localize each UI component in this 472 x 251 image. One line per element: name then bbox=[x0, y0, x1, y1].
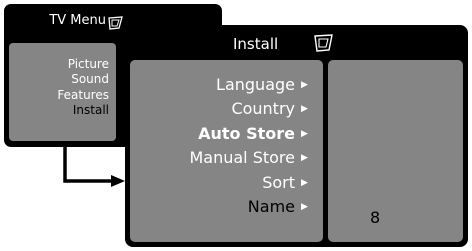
install-value-panel bbox=[328, 60, 463, 242]
menu-item-label: Name bbox=[247, 197, 295, 216]
install-menu-panel: Language ▶ Country ▶ Auto Store ▶ Manual St… bbox=[130, 60, 323, 242]
install-title: Install bbox=[233, 35, 279, 53]
menu-item-auto-store[interactable]: Auto Store ▶ bbox=[198, 122, 311, 146]
menu-item-sort[interactable]: Sort ▶ bbox=[262, 171, 311, 195]
menu-item-label: Auto Store bbox=[198, 124, 295, 143]
submenu-arrow-icon: ▶ bbox=[301, 201, 308, 212]
menu-item-label: Language bbox=[216, 75, 295, 94]
menu-item-label: Country bbox=[231, 99, 295, 118]
name-value: 8 bbox=[370, 208, 381, 227]
submenu-arrow-icon: ▶ bbox=[301, 128, 308, 139]
menu-item-manual-store[interactable]: Manual Store ▶ bbox=[189, 146, 311, 170]
menu-item-name[interactable]: Name ▶ bbox=[248, 195, 311, 219]
menu-item-label: Sort bbox=[262, 173, 295, 192]
submenu-arrow-icon: ▶ bbox=[301, 177, 308, 188]
submenu-arrow-icon: ▶ bbox=[301, 103, 308, 114]
install-icon bbox=[314, 34, 333, 52]
submenu-arrow-icon: ▶ bbox=[301, 152, 308, 163]
submenu-arrow-icon: ▶ bbox=[301, 79, 308, 90]
install-window: Install Language ▶ Country ▶ Auto Store ▶ M… bbox=[125, 25, 468, 247]
menu-item-language[interactable]: Language ▶ bbox=[216, 73, 311, 97]
menu-item-label: Manual Store bbox=[189, 148, 295, 167]
menu-item-country[interactable]: Country ▶ bbox=[231, 97, 311, 121]
